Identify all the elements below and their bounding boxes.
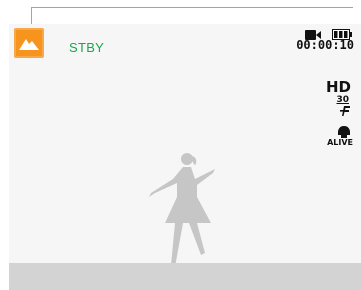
voice-mode-label: ALIVE [327,138,353,147]
frame-rate-icon [340,106,350,116]
voice-alive-icon [338,126,350,138]
camera-screen: STBY 00:00:10 HD 30 ALIVE [9,24,361,290]
landscape-mode-icon [19,39,39,50]
callout-line-horizontal [31,7,353,8]
status-label: STBY [69,40,105,55]
shooting-mode-button[interactable] [14,28,44,58]
recording-timer: 00:00:10 [296,38,354,52]
bottom-bar [9,263,361,290]
resolution-indicator: HD [325,78,351,96]
